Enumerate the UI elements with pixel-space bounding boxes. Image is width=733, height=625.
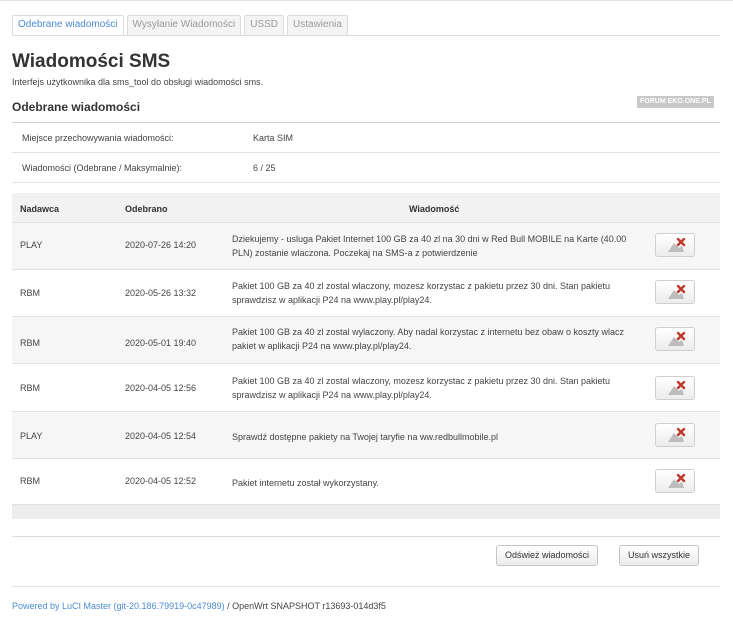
table-row: RBM 2020-05-26 13:32 Pakiet 100 GB za 40… [12,269,720,316]
row-date: 2020-04-05 12:54 [125,431,197,441]
refresh-messages-button[interactable]: Odśwież wiadomości [496,545,599,566]
storage-label: Miejsce przechowywania wiadomości: [22,133,174,143]
luci-link[interactable]: Powered by LuCI Master (git-20.186.79919… [12,601,225,611]
storage-value: Karta SIM [253,133,294,143]
table-header: Nadawca Odebrano Wiadomość [12,193,720,222]
row-message: Pakiet 100 GB za 40 zl zostal wlaczony, … [232,281,611,305]
delete-message-icon [668,381,686,395]
tab-settings[interactable]: Ustawienia [287,15,348,35]
footer-version: / OpenWrt SNAPSHOT r13693-014d3f5 [224,601,386,611]
message-count-label: Wiadomości (Odebrane / Maksymalnie): [22,163,183,173]
row-message: Pakiet internetu został wykorzystany. [232,478,379,488]
delete-message-icon [668,474,686,488]
table-row: RBM 2020-04-05 12:52 Pakiet internetu zo… [12,458,720,504]
messages-table: Nadawca Odebrano Wiadomość PLAY 2020-07-… [12,193,720,519]
footer: Powered by LuCI Master (git-20.186.79919… [12,601,386,611]
table-row: PLAY 2020-07-26 14:20 Dziekujemy - uslug… [12,222,720,269]
table-row: RBM 2020-05-01 19:40 Pakiet 100 GB za 40… [12,316,720,363]
row-message: Dziekujemy - usluga Pakiet Internet 100 … [232,234,627,258]
table-footer [12,504,720,519]
row-sender: RBM [20,476,40,486]
delete-message-button[interactable] [655,233,695,257]
footer-divider [12,586,720,587]
row-sender: RBM [20,383,40,393]
delete-message-button[interactable] [655,280,695,304]
tab-ussd[interactable]: USSD [244,15,285,35]
actions-divider [12,536,720,537]
delete-message-icon [668,428,686,442]
tab-send-messages[interactable]: Wysyłanie Wiadomości [126,15,242,35]
storage-row: Miejsce przechowywania wiadomości: Karta… [12,123,720,153]
delete-message-button[interactable] [655,423,695,447]
delete-message-icon [668,238,686,252]
delete-message-button[interactable] [655,469,695,493]
section-title: Odebrane wiadomości [12,100,141,114]
delete-all-button[interactable]: Usuń wszystkie [619,545,700,566]
page-description: Interfejs użytkownika dla sms_tool do ob… [12,77,264,87]
page-title: Wiadomości SMS [12,51,171,72]
tab-bar-underline [12,35,720,36]
delete-message-icon [668,285,686,299]
row-message: Sprawdź dostępne pakiety na Twojej taryf… [232,432,498,442]
row-sender: PLAY [20,431,43,441]
message-count-row: Wiadomości (Odebrane / Maksymalnie): 6 /… [12,153,720,183]
forum-badge: FORUM EKO.ONE.PL [637,96,714,108]
row-message: Pakiet 100 GB za 40 zl zostal wlaczony, … [232,376,611,400]
header-received: Odebrano [125,204,168,214]
row-sender: RBM [20,338,40,348]
delete-message-button[interactable] [655,327,695,351]
message-count-value: 6 / 25 [253,163,276,173]
table-row: RBM 2020-04-05 12:56 Pakiet 100 GB za 40… [12,363,720,411]
delete-message-icon [668,332,686,346]
tab-received-messages[interactable]: Odebrane wiadomości [12,15,124,35]
row-date: 2020-04-05 12:52 [125,476,197,486]
row-date: 2020-07-26 14:20 [125,240,197,250]
row-date: 2020-04-05 12:56 [125,383,197,393]
delete-message-button[interactable] [655,376,695,400]
table-row: PLAY 2020-04-05 12:54 Sprawdź dostępne p… [12,411,720,458]
row-date: 2020-05-01 19:40 [125,338,197,348]
row-message: Pakiet 100 GB za 40 zl zostal wylaczony.… [232,327,625,351]
row-sender: PLAY [20,240,43,250]
header-sender: Nadawca [20,204,60,214]
tab-bar: Odebrane wiadomości Wysyłanie Wiadomości… [12,15,351,35]
row-date: 2020-05-26 13:32 [125,288,197,298]
row-sender: RBM [20,288,40,298]
top-border [0,0,733,1]
header-message: Wiadomość [409,204,460,214]
